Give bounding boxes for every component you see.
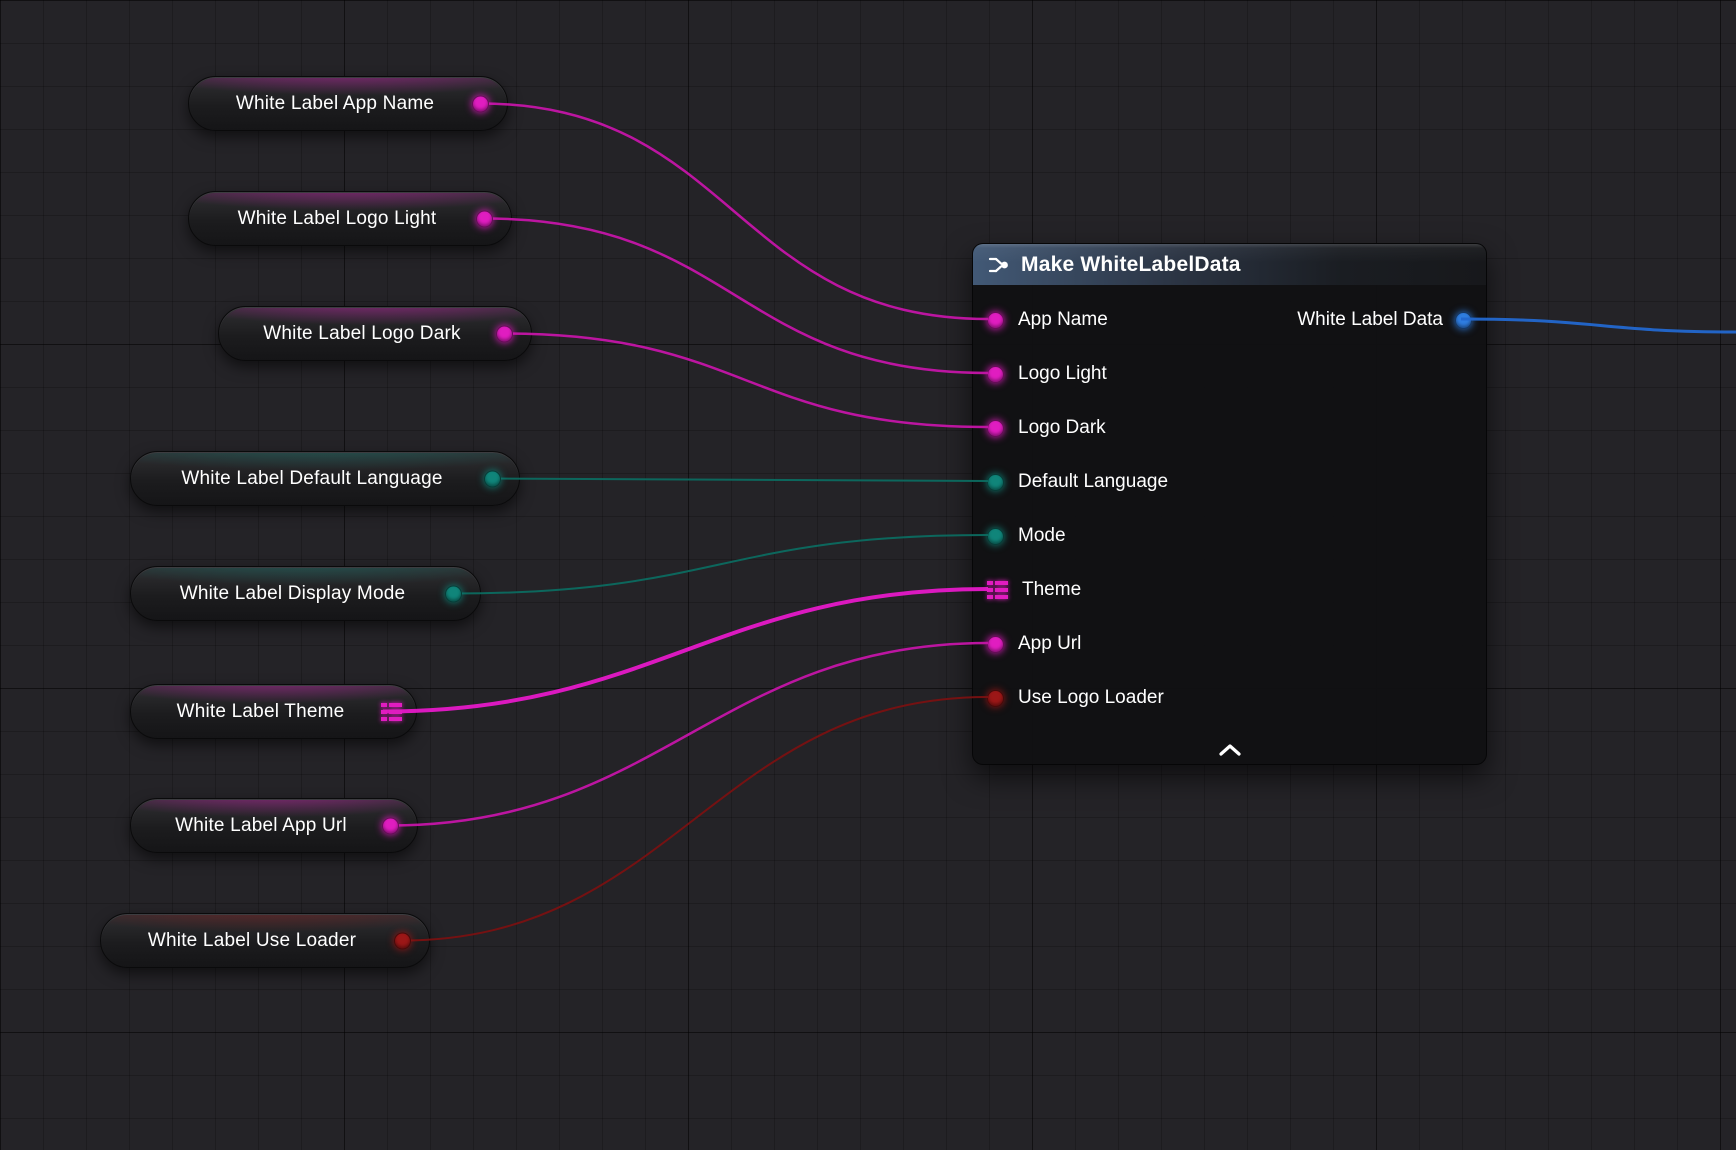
output-pin-label: White Label Data <box>1297 309 1443 331</box>
input-pin-logo-dark[interactable] <box>987 420 1004 437</box>
output-pin-enum[interactable] <box>484 470 501 487</box>
input-pin-use-logo-loader[interactable] <box>987 690 1004 707</box>
input-pin-row-use-logo-loader: Use Logo Loader <box>973 671 1486 725</box>
input-pin-label: Logo Dark <box>1018 417 1106 439</box>
input-pin-row-app-url: App Url <box>973 617 1486 671</box>
input-pins-list: App Name Logo Light Logo Dark Default Langu… <box>973 285 1486 725</box>
variable-node-white-label-use-loader[interactable]: White Label Use Loader <box>100 913 430 968</box>
input-pin-default-language[interactable] <box>987 474 1004 491</box>
input-pin-row-logo-light: Logo Light <box>973 347 1486 401</box>
variable-node-white-label-app-url[interactable]: White Label App Url <box>130 798 418 853</box>
input-pin-row-logo-dark: Logo Dark <box>973 401 1486 455</box>
variable-node-label: White Label Use Loader <box>148 930 356 952</box>
variable-node-label: White Label App Name <box>236 93 434 115</box>
input-pin-label: Use Logo Loader <box>1018 687 1164 709</box>
input-pin-label: Theme <box>1022 579 1081 601</box>
blueprint-graph-canvas[interactable]: White Label App Name White Label Logo Lig… <box>0 0 1736 1150</box>
variable-node-label: White Label Logo Dark <box>263 323 460 345</box>
input-pin-mode[interactable] <box>987 528 1004 545</box>
collapse-node-button[interactable] <box>1208 739 1252 760</box>
output-pin-bool[interactable] <box>394 932 411 949</box>
input-pin-app-url[interactable] <box>987 636 1004 653</box>
input-pin-row-theme: Theme <box>973 563 1486 617</box>
variable-node-white-label-logo-light[interactable]: White Label Logo Light <box>188 191 512 246</box>
variable-node-label: White Label Display Mode <box>180 583 406 605</box>
variable-node-label: White Label App Url <box>175 815 347 837</box>
input-pin-label: Default Language <box>1018 471 1168 493</box>
variable-node-label: White Label Logo Light <box>238 208 437 230</box>
node-title: Make WhiteLabelData <box>1021 253 1241 277</box>
nodes-layer: White Label App Name White Label Logo Lig… <box>0 0 1736 1150</box>
input-pin-row-mode: Mode <box>973 509 1486 563</box>
node-header[interactable]: Make WhiteLabelData <box>973 244 1486 285</box>
input-pin-label: Logo Light <box>1018 363 1107 385</box>
output-pin-string[interactable] <box>496 325 513 342</box>
make-struct-icon <box>987 255 1011 275</box>
input-pin-logo-light[interactable] <box>987 366 1004 383</box>
node-make-whitelabeldata[interactable]: Make WhiteLabelData App Name Logo Light Log… <box>972 243 1487 765</box>
output-pin-string[interactable] <box>472 95 489 112</box>
input-pin-label: Mode <box>1018 525 1066 547</box>
output-pin-row: White Label Data <box>1297 293 1472 347</box>
variable-node-white-label-theme[interactable]: White Label Theme <box>130 684 417 739</box>
input-pin-row-default-language: Default Language <box>973 455 1486 509</box>
input-pin-theme[interactable] <box>987 581 1008 599</box>
output-pin-struct[interactable] <box>381 703 402 721</box>
variable-node-white-label-display-mode[interactable]: White Label Display Mode <box>130 566 481 621</box>
input-pin-label: App Name <box>1018 309 1108 331</box>
variable-node-label: White Label Default Language <box>181 468 442 490</box>
variable-node-white-label-logo-dark[interactable]: White Label Logo Dark <box>218 306 532 361</box>
input-pin-label: App Url <box>1018 633 1081 655</box>
output-pin-enum[interactable] <box>445 585 462 602</box>
variable-node-label: White Label Theme <box>177 701 345 723</box>
output-pin-string[interactable] <box>476 210 493 227</box>
input-pin-app-name[interactable] <box>987 312 1004 329</box>
variable-node-white-label-default-language[interactable]: White Label Default Language <box>130 451 520 506</box>
variable-node-white-label-app-name[interactable]: White Label App Name <box>188 76 508 131</box>
output-pin-string[interactable] <box>382 817 399 834</box>
